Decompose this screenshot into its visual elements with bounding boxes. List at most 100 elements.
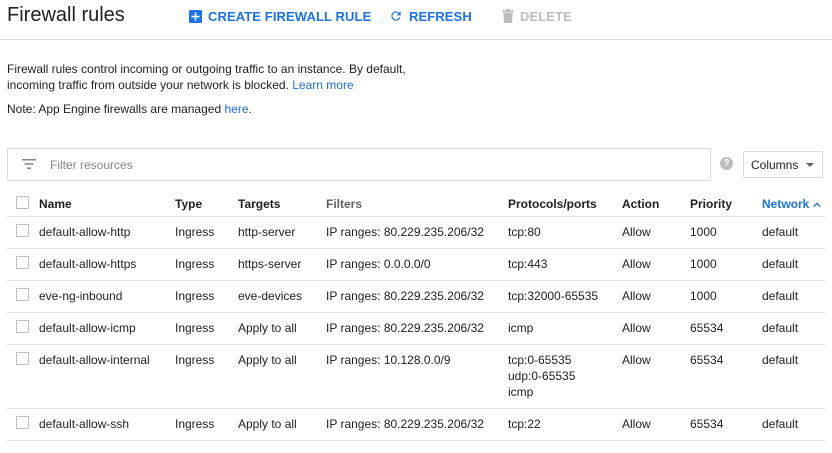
targets-cell: http-server xyxy=(238,225,296,239)
protocol-port-entry: tcp:32000-65535 xyxy=(508,289,599,303)
chevron-down-icon xyxy=(806,163,814,167)
select-all-checkbox[interactable] xyxy=(16,196,29,209)
protocols-ports-cell: tcp:32000-65535 xyxy=(508,288,598,304)
description: Firewall rules control incoming or outgo… xyxy=(7,61,427,93)
table-header-row: Name Type Targets Filters Protocols/port… xyxy=(7,188,825,217)
filters-cell: IP ranges: 0.0.0.0/0 xyxy=(326,257,431,271)
learn-more-link[interactable]: Learn more xyxy=(292,78,353,92)
header-network-label: Network xyxy=(762,197,810,211)
priority-cell: 1000 xyxy=(690,257,717,271)
row-checkbox[interactable] xyxy=(16,288,29,301)
action-cell: Allow xyxy=(622,257,651,271)
table-row[interactable]: default-allow-http Ingress http-server IP r… xyxy=(7,217,825,249)
type-cell: Ingress xyxy=(175,417,215,431)
type-cell: Ingress xyxy=(175,257,215,271)
filter-input[interactable] xyxy=(50,149,690,180)
action-cell: Allow xyxy=(622,353,651,367)
note-suffix: . xyxy=(248,102,252,116)
header-action[interactable]: Action xyxy=(622,196,659,212)
targets-cell: eve-devices xyxy=(238,289,303,303)
row-checkbox[interactable] xyxy=(16,416,29,429)
type-cell: Ingress xyxy=(175,353,215,367)
row-checkbox[interactable] xyxy=(16,256,29,269)
rule-name-cell[interactable]: default-allow-internal xyxy=(39,352,150,368)
header-type[interactable]: Type xyxy=(175,196,202,212)
toolbar: Firewall rules CREATE FIREWALL RULE REFR… xyxy=(0,0,832,40)
targets-cell: Apply to all xyxy=(238,353,297,367)
network-cell: default xyxy=(762,321,799,335)
protocols-ports-cell: tcp:80 xyxy=(508,224,541,240)
header-network[interactable]: Network xyxy=(762,196,822,212)
protocols-ports-cell: tcp:22 xyxy=(508,416,541,432)
table-body: default-allow-http Ingress http-server IP r… xyxy=(7,217,825,441)
rule-name-cell[interactable]: default-allow-icmp xyxy=(39,320,136,336)
header-protocols-ports[interactable]: Protocols/ports xyxy=(508,196,597,212)
note-prefix: Note: App Engine firewalls are managed xyxy=(7,102,225,116)
filters-cell: IP ranges: 10.128.0.0/9 xyxy=(326,353,451,367)
protocol-port-entry: udp:0-65535 xyxy=(508,369,576,383)
rule-name-cell[interactable]: default-allow-https xyxy=(39,256,136,272)
targets-cell: Apply to all xyxy=(238,417,297,431)
columns-label: Columns xyxy=(751,157,799,172)
refresh-button[interactable]: REFRESH xyxy=(389,8,472,24)
create-firewall-rule-button[interactable]: CREATE FIREWALL RULE xyxy=(189,8,371,24)
network-cell: default xyxy=(762,353,799,367)
row-checkbox[interactable] xyxy=(16,224,29,237)
header-filters: Filters xyxy=(326,197,363,211)
action-cell: Allow xyxy=(622,225,651,239)
page-title: Firewall rules xyxy=(7,4,125,26)
protocol-port-entry: tcp:80 xyxy=(508,225,541,239)
create-firewall-rule-label: CREATE FIREWALL RULE xyxy=(208,8,372,24)
header-priority[interactable]: Priority xyxy=(690,196,732,212)
row-checkbox[interactable] xyxy=(16,352,29,365)
filter-bar xyxy=(7,148,711,181)
table-row[interactable]: default-allow-ssh Ingress Apply to all IP r… xyxy=(7,409,825,441)
app-engine-here-link[interactable]: here xyxy=(224,102,248,116)
protocol-port-entry: tcp:22 xyxy=(508,417,541,431)
network-cell: default xyxy=(762,417,799,431)
targets-cell: https-server xyxy=(238,257,302,271)
network-cell: default xyxy=(762,257,799,271)
protocol-port-entry: tcp:0-65535 xyxy=(508,353,572,367)
protocols-ports-cell: icmp xyxy=(508,320,533,336)
add-box-icon xyxy=(189,9,202,23)
priority-cell: 1000 xyxy=(690,289,717,303)
filters-cell: IP ranges: 80.229.235.206/32 xyxy=(326,321,484,335)
help-icon[interactable]: ? xyxy=(720,157,733,170)
firewall-rules-table: Name Type Targets Filters Protocols/port… xyxy=(7,188,825,441)
refresh-label: REFRESH xyxy=(409,8,472,24)
type-cell: Ingress xyxy=(175,289,215,303)
header-name[interactable]: Name xyxy=(39,196,72,212)
protocol-port-entry: icmp xyxy=(508,321,534,335)
network-cell: default xyxy=(762,289,799,303)
table-row[interactable]: eve-ng-inbound Ingress eve-devices IP range… xyxy=(7,281,825,313)
description-line-2: incoming traffic from outside your netwo… xyxy=(7,78,289,92)
filter-list-icon xyxy=(22,159,36,169)
priority-cell: 1000 xyxy=(690,225,717,239)
trash-icon xyxy=(502,9,514,23)
priority-cell: 65534 xyxy=(690,321,724,335)
sort-ascending-icon xyxy=(813,201,822,207)
priority-cell: 65534 xyxy=(690,353,724,367)
header-targets[interactable]: Targets xyxy=(238,196,280,212)
table-row[interactable]: default-allow-internal Ingress Apply to al… xyxy=(7,345,825,409)
action-cell: Allow xyxy=(622,321,651,335)
delete-button[interactable]: DELETE xyxy=(502,8,572,24)
table-row[interactable]: default-allow-https Ingress https-server IP… xyxy=(7,249,825,281)
type-cell: Ingress xyxy=(175,225,215,239)
network-cell: default xyxy=(762,225,799,239)
table-row[interactable]: default-allow-icmp Ingress Apply to all IP … xyxy=(7,313,825,345)
app-engine-note: Note: App Engine firewalls are managed h… xyxy=(7,101,252,117)
rule-name-cell[interactable]: default-allow-ssh xyxy=(39,416,129,432)
protocol-port-entry: icmp xyxy=(508,385,534,399)
protocol-port-entry: tcp:443 xyxy=(508,257,548,271)
filters-cell: IP ranges: 80.229.235.206/32 xyxy=(326,289,484,303)
filters-cell: IP ranges: 80.229.235.206/32 xyxy=(326,225,484,239)
row-checkbox[interactable] xyxy=(16,320,29,333)
rule-name-cell[interactable]: eve-ng-inbound xyxy=(39,288,122,304)
columns-dropdown[interactable]: Columns xyxy=(743,151,823,178)
filters-cell: IP ranges: 80.229.235.206/32 xyxy=(326,417,484,431)
priority-cell: 65534 xyxy=(690,417,724,431)
rule-name-cell[interactable]: default-allow-http xyxy=(39,224,130,240)
targets-cell: Apply to all xyxy=(238,321,297,335)
